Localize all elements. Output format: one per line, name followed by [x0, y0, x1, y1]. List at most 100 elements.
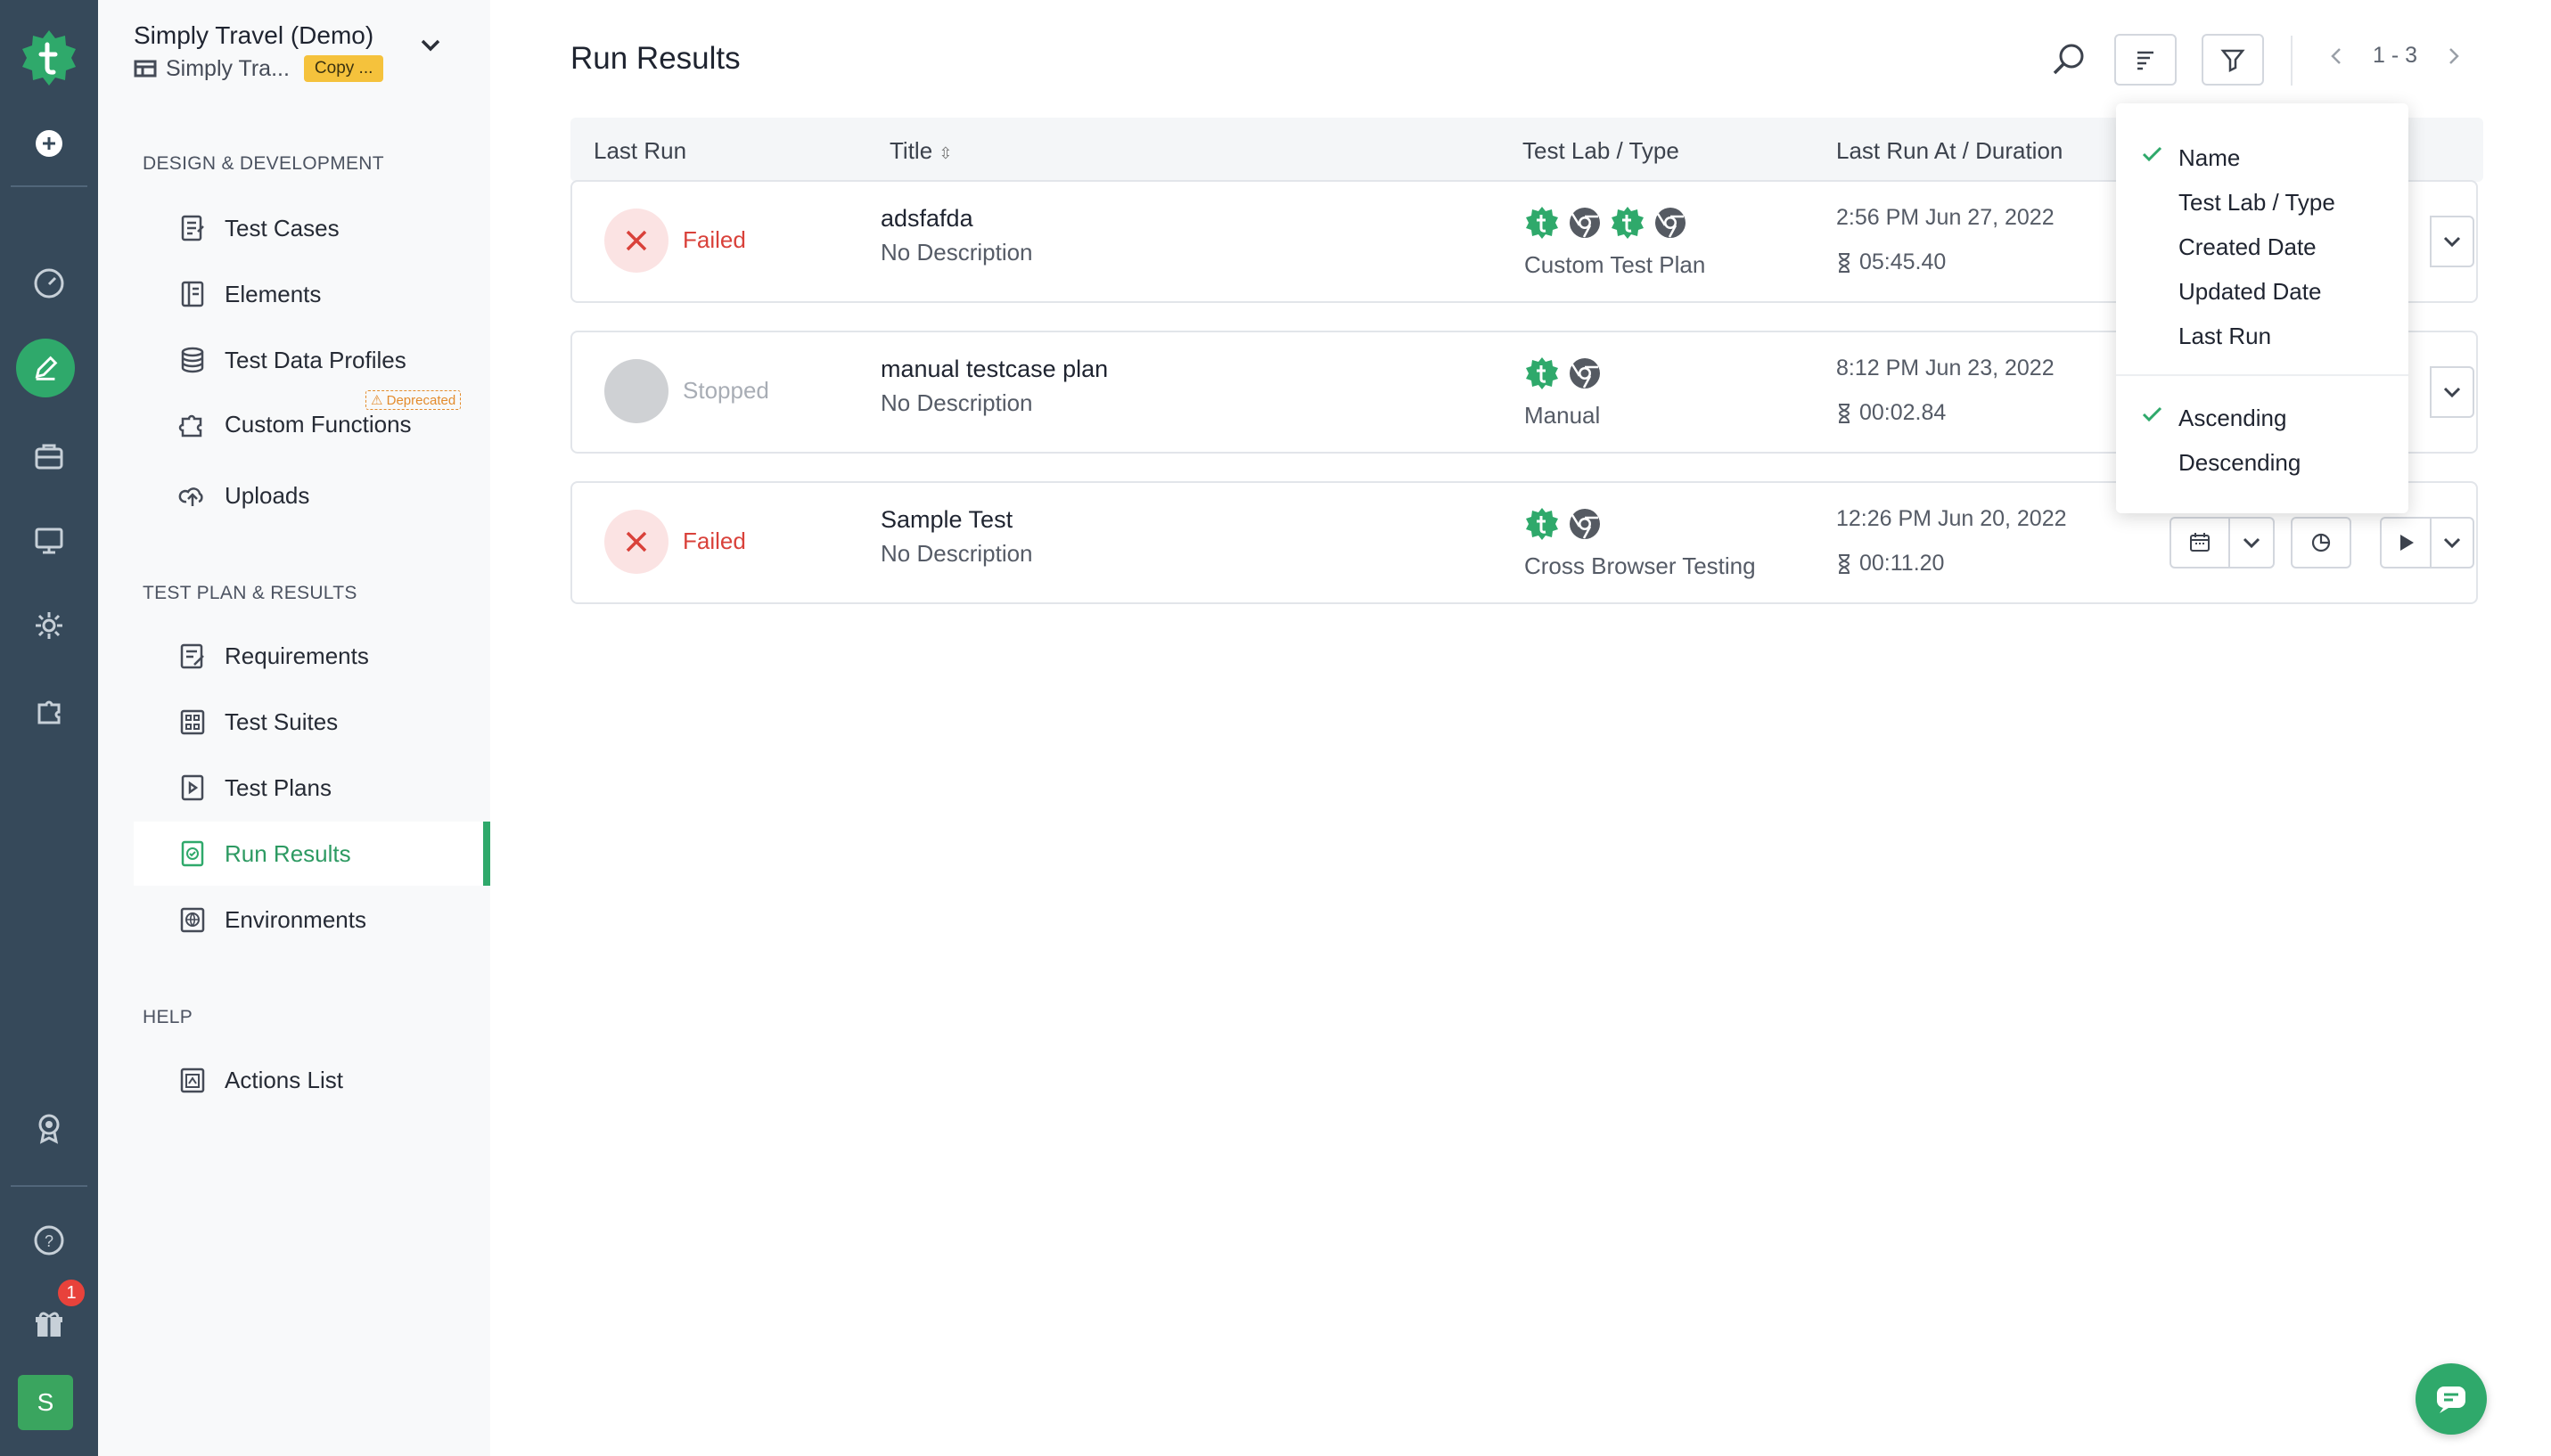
last-run-at: 12:26 PM Jun 20, 2022 [1836, 506, 2067, 531]
sidebar-item-test-cases[interactable]: Test Cases [134, 196, 490, 260]
help-icon[interactable]: ? [22, 1214, 76, 1267]
sidebar-item-label: Uploads [225, 481, 310, 509]
chrome-browser-icon [1655, 208, 1686, 238]
pie-chart-icon [2311, 533, 2331, 552]
column-last-run-at[interactable]: Last Run At / Duration [1836, 137, 2063, 165]
sidebar-item-run-results[interactable]: Run Results [134, 822, 490, 886]
sort-option-created-date[interactable]: Created Date [2178, 233, 2317, 261]
copy-badge[interactable]: Copy ... [303, 55, 384, 82]
testsigma-logo-icon[interactable] [18, 27, 80, 89]
run-duration: 00:02.84 [1836, 400, 1946, 426]
sidebar-item-label: Test Data Profiles [225, 346, 406, 373]
chrome-browser-icon [1570, 358, 1600, 389]
sort-dropdown: Name Test Lab / Type Created Date Update… [2116, 103, 2408, 513]
run-title[interactable]: adsfafda [881, 205, 973, 233]
run-status: Failed [683, 226, 746, 253]
chevron-down-icon [2443, 236, 2461, 248]
sort-order-ascending[interactable]: Ascending [2178, 405, 2286, 432]
run-status: Stopped [683, 377, 769, 404]
run-title[interactable]: manual testcase plan [881, 356, 1108, 383]
run-description: No Description [881, 239, 1033, 266]
sidebar-item-custom-functions[interactable]: Custom Functions [134, 392, 490, 456]
check-icon [2142, 146, 2162, 162]
sort-order-descending[interactable]: Descending [2178, 449, 2301, 477]
lab-type: Manual [1524, 402, 1601, 429]
sort-option-last-run[interactable]: Last Run [2178, 323, 2271, 350]
lab-icons [1524, 506, 1603, 542]
lab-icons [1524, 205, 1688, 241]
run-options-button[interactable] [2430, 366, 2474, 418]
dashboard-icon[interactable] [22, 257, 76, 310]
last-run-at: 2:56 PM Jun 27, 2022 [1836, 205, 2055, 230]
test-plans-icon [181, 774, 204, 801]
sidebar-item-test-data-profiles[interactable]: Test Data Profiles [134, 328, 490, 392]
column-test-lab-type[interactable]: Test Lab / Type [1522, 137, 1679, 165]
run-description: No Description [881, 389, 1033, 416]
column-title[interactable]: Title ⇳ [890, 137, 952, 165]
rail-divider [11, 1185, 87, 1187]
chat-icon [2437, 1386, 2465, 1413]
search-icon[interactable] [2048, 39, 2089, 80]
sort-button[interactable] [2114, 34, 2177, 86]
reports-button[interactable] [2291, 517, 2351, 568]
run-duration: 00:11.20 [1836, 551, 1944, 577]
stopped-status-icon [604, 359, 669, 423]
sidebar-item-environments[interactable]: Environments [134, 888, 490, 952]
sidebar-item-actions-list[interactable]: Actions List [134, 1048, 490, 1112]
chevron-left-icon[interactable] [2326, 45, 2348, 67]
sort-option-name[interactable]: Name [2178, 144, 2240, 172]
sidebar-item-elements[interactable]: Elements [134, 262, 490, 326]
schedule-button[interactable] [2170, 517, 2230, 568]
sort-lines-icon [2137, 51, 2153, 70]
addons-puzzle-icon[interactable] [22, 684, 76, 738]
run-description: No Description [881, 540, 1033, 567]
run-options-button[interactable] [2430, 517, 2474, 568]
calendar-icon [2190, 533, 2210, 552]
hourglass-icon [1838, 252, 1850, 273]
add-icon[interactable] [22, 117, 76, 170]
sidebar-item-test-suites[interactable]: Test Suites [134, 690, 490, 754]
settings-icon[interactable] [22, 599, 76, 652]
sidebar-item-test-plans[interactable]: Test Plans [134, 756, 490, 820]
workspace-name[interactable]: Simply Travel (Demo) [134, 21, 373, 50]
testsigma-lab-icon [1612, 207, 1644, 239]
run-options-button[interactable] [2430, 216, 2474, 267]
sidebar-item-requirements[interactable]: Requirements [134, 624, 490, 688]
workspace-subtitle: Simply Tra... Copy ... [134, 55, 384, 82]
run-results-icon [181, 840, 204, 867]
run-status: Failed [683, 528, 746, 554]
edit-icon[interactable] [16, 339, 75, 397]
cloud-upload-icon [178, 487, 203, 506]
toolbar-divider [2291, 36, 2293, 86]
chrome-browser-icon [1570, 509, 1600, 539]
chevron-right-icon[interactable] [2442, 45, 2464, 67]
column-last-run[interactable]: Last Run [594, 137, 686, 165]
pagination: 1 - 3 [2326, 43, 2464, 69]
schedule-options-button[interactable] [2228, 517, 2275, 568]
sort-option-test-lab-type[interactable]: Test Lab / Type [2178, 189, 2335, 217]
failed-status-icon [604, 510, 669, 574]
elements-icon [181, 281, 204, 307]
chat-button[interactable] [2416, 1363, 2487, 1435]
rail-divider [11, 185, 87, 187]
lab-type: Custom Test Plan [1524, 251, 1706, 278]
run-button[interactable] [2380, 517, 2432, 568]
briefcase-icon[interactable] [22, 429, 76, 483]
filter-button[interactable] [2202, 34, 2264, 86]
user-avatar[interactable]: S [18, 1375, 73, 1430]
testsigma-lab-icon [1526, 508, 1558, 540]
sort-option-updated-date[interactable]: Updated Date [2178, 278, 2321, 306]
globe-icon [180, 907, 205, 933]
section-help: HELP [143, 1007, 193, 1027]
sidebar-item-label: Test Suites [225, 708, 339, 735]
page-title: Run Results [570, 41, 741, 76]
play-icon [2400, 535, 2414, 551]
run-title[interactable]: Sample Test [881, 506, 1013, 534]
award-icon[interactable] [22, 1101, 76, 1155]
monitor-icon[interactable] [22, 513, 76, 567]
section-test-plan-results: TEST PLAN & RESULTS [143, 583, 357, 603]
svg-text:?: ? [45, 1232, 53, 1250]
puzzle-icon [178, 414, 202, 438]
chevron-down-icon[interactable] [415, 30, 446, 61]
sidebar-item-uploads[interactable]: Uploads [134, 463, 490, 528]
